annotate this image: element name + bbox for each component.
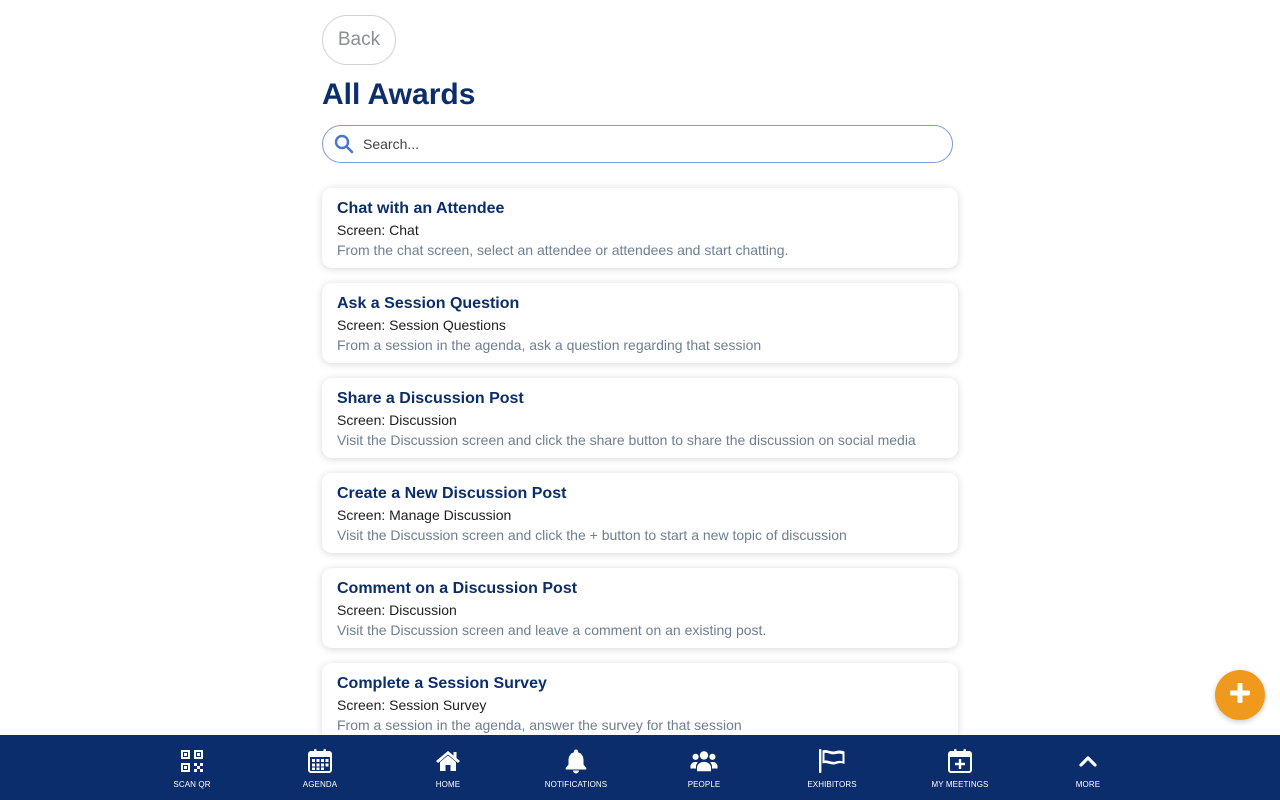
award-card[interactable]: Create a New Discussion Post Screen: Man…: [322, 473, 958, 553]
app-page: Back All Awards Chat with an Attendee Sc…: [0, 0, 1280, 800]
nav-label: MY MEETINGS: [931, 780, 989, 789]
award-screen: Screen: Manage Discussion: [337, 507, 512, 523]
award-description: From a session in the agenda, answer the…: [337, 717, 742, 733]
award-list: Chat with an Attendee Screen: Chat From …: [322, 188, 958, 743]
nav-item-exhibitors[interactable]: EXHIBITORS: [768, 735, 896, 800]
nav-label: NOTIFICATIONS: [544, 780, 608, 789]
nav-label: EXHIBITORS: [807, 780, 857, 789]
nav-item-people[interactable]: PEOPLE: [640, 735, 768, 800]
award-screen: Screen: Discussion: [337, 602, 457, 618]
search-input[interactable]: [363, 136, 923, 152]
main-content: Back All Awards Chat with an Attendee Sc…: [322, 15, 958, 758]
nav-label: MORE: [1075, 780, 1101, 789]
award-screen: Screen: Chat: [337, 222, 419, 238]
award-description: From the chat screen, select an attendee…: [337, 242, 789, 258]
nav-item-notifications[interactable]: NOTIFICATIONS: [512, 735, 640, 800]
award-title: Complete a Session Survey: [337, 675, 547, 692]
award-title: Share a Discussion Post: [337, 390, 524, 407]
award-screen: Screen: Discussion: [337, 412, 457, 428]
calendar-plus-icon: [946, 747, 974, 775]
award-title: Create a New Discussion Post: [337, 485, 567, 502]
nav-item-agenda[interactable]: AGENDA: [256, 735, 384, 800]
bottom-nav: SCAN QR AGENDA HOME NOTIFICATIONS PEOPLE…: [0, 735, 1280, 800]
people-icon: [690, 747, 718, 775]
nav-item-scan-qr[interactable]: SCAN QR: [128, 735, 256, 800]
award-title: Ask a Session Question: [337, 295, 520, 312]
flag-icon: [818, 747, 846, 775]
award-description: From a session in the agenda, ask a ques…: [337, 337, 762, 353]
search-icon: [333, 133, 355, 155]
nav-label: HOME: [435, 780, 461, 789]
award-card[interactable]: Share a Discussion Post Screen: Discussi…: [322, 378, 958, 458]
add-fab-button[interactable]: [1215, 670, 1265, 720]
qr-code-icon: [178, 747, 206, 775]
award-card[interactable]: Comment on a Discussion Post Screen: Dis…: [322, 568, 958, 648]
award-screen: Screen: Session Questions: [337, 317, 506, 333]
award-title: Chat with an Attendee: [337, 200, 505, 217]
bell-icon: [562, 747, 590, 775]
award-description: Visit the Discussion screen and leave a …: [337, 622, 767, 638]
nav-label: SCAN QR: [173, 780, 211, 789]
award-description: Visit the Discussion screen and click th…: [337, 527, 847, 543]
award-card[interactable]: Ask a Session Question Screen: Session Q…: [322, 283, 958, 363]
award-card[interactable]: Chat with an Attendee Screen: Chat From …: [322, 188, 958, 268]
award-description: Visit the Discussion screen and click th…: [337, 432, 916, 448]
chevron-up-icon: [1074, 747, 1102, 775]
nav-item-more[interactable]: MORE: [1024, 735, 1152, 800]
award-title: Comment on a Discussion Post: [337, 580, 578, 597]
search-bar[interactable]: [322, 125, 953, 163]
plus-icon: [1229, 682, 1251, 709]
nav-item-my-meetings[interactable]: MY MEETINGS: [896, 735, 1024, 800]
nav-label: PEOPLE: [687, 780, 721, 789]
award-card[interactable]: Complete a Session Survey Screen: Sessio…: [322, 663, 958, 743]
award-screen: Screen: Session Survey: [337, 697, 487, 713]
calendar-icon: [306, 747, 334, 775]
back-button[interactable]: Back: [322, 15, 396, 65]
home-icon: [434, 747, 462, 775]
nav-label: AGENDA: [302, 780, 338, 789]
nav-item-home[interactable]: HOME: [384, 735, 512, 800]
page-title: All Awards: [322, 78, 476, 111]
